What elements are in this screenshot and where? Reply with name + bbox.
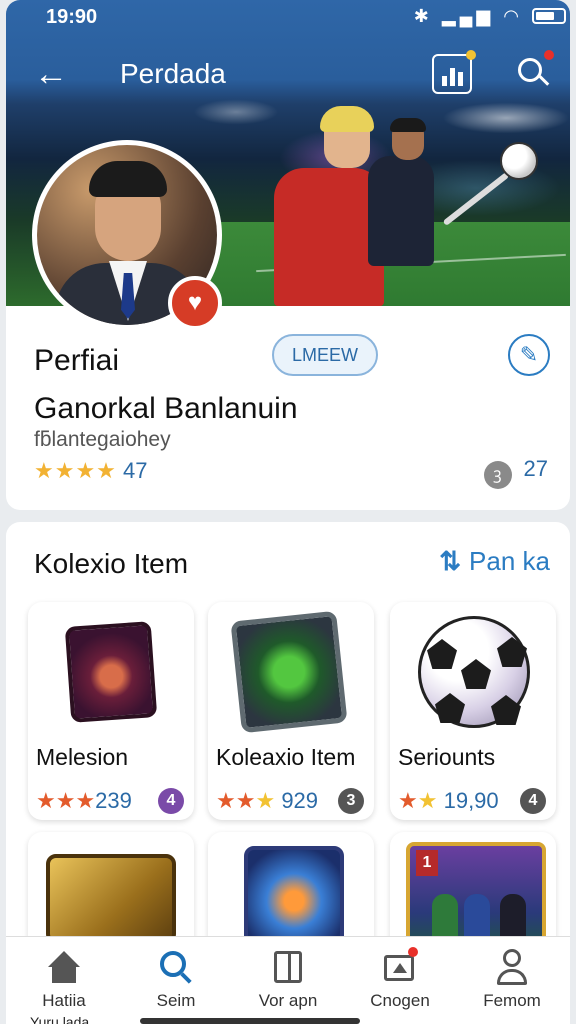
ball-patch [497,637,527,667]
cut-off-text: Yuru lada [30,1014,90,1024]
ball-patch [427,639,457,669]
back-button[interactable]: ← [34,54,68,94]
item-rating: ★★ 19,90 [398,788,499,814]
search-icon [158,949,194,985]
page-title: Perdada [120,58,226,89]
green-card-image [230,610,348,734]
nav-label: Hatiia [42,991,86,1010]
signal-wifi-icons: ✱ ▂▄▆ ◠ [413,6,523,26]
profile-label: Perfiai [34,344,120,377]
ball-patch [461,659,491,689]
profile-name: Ganorkal Banlanuin [34,392,298,425]
notification-dot [466,50,476,60]
profile-rating: ★★★★ 47 [34,458,148,484]
nav-messages[interactable]: Cnogen [350,947,450,1019]
edit-pencil-icon: ✎ [519,342,539,367]
message-icon [382,947,418,985]
rating-stars: ★★★★ [34,458,117,483]
favorite-heart-button[interactable]: ♥ [168,276,222,330]
nav-label: Seim [156,991,196,1010]
item-stars: ★★★ [36,788,96,813]
nav-home[interactable]: Hatiia [14,949,114,1019]
item-value: 929 [281,788,319,813]
notification-dot [408,947,418,957]
nav-catalog[interactable]: Vor apn [238,949,338,1019]
home-body [52,965,76,983]
item-stars: ★★ [216,788,256,813]
stats-chart-button[interactable] [432,50,476,94]
avatar-hair [89,161,167,197]
chart-bar [450,68,455,86]
collection-item-card[interactable]: Melesion ★★★239 4 [28,602,194,820]
person-icon [494,949,530,985]
battery-icon [532,8,566,24]
heart-icon: ♥ [187,289,203,316]
person-body [497,969,527,985]
soccer-ball-image [418,616,530,728]
profile-count: ꝫ 27 [483,456,548,489]
book-icon [270,949,306,985]
collection-section: Kolexio Item ⇅ Pan ka Melesion ★★★239 4 K… [6,522,570,1024]
ball-patch [491,695,521,725]
nav-search[interactable]: Seim [126,949,226,1019]
home-icon [46,949,82,985]
hero-soccer-ball [500,142,538,180]
chart-bar [458,72,463,86]
collection-item-card[interactable]: Seriounts ★★ 19,90 4 [390,602,556,820]
sort-icon: ⇅ [439,546,462,576]
item-value: 239 [95,788,132,813]
profile-tag-chip[interactable]: LMEEW [272,334,378,376]
search-button[interactable] [514,50,554,94]
item-name: Koleaxio Item [216,744,356,770]
profile-card: Perfiai LMEEW ✎ Ganorkal Banlanuin fƃlan… [6,306,570,510]
item-badge: 4 [158,788,184,814]
golden-chest-image [46,854,176,944]
status-bar: 19:90 ✱ ▂▄▆ ◠ [46,4,566,28]
see-all-label: Pan ka [469,546,550,576]
player-red-hair [320,106,374,132]
item-badge: 3 [338,788,364,814]
item-name: Melesion [36,744,129,770]
edit-profile-button[interactable]: ✎ [508,334,550,376]
location-pin-icon: ꝫ [483,461,512,489]
section-title: Kolexio Item [34,548,189,579]
player-dark-hair [390,118,426,132]
nav-profile[interactable]: Femom [462,949,562,1019]
nav-label: Vor apn [258,991,318,1010]
message-shape [384,955,414,981]
team-card-number: 1 [416,850,438,876]
top-app-bar: ← Perdada [6,46,570,102]
search-handle [180,972,192,984]
item-badge: 4 [520,788,546,814]
status-time: 19:90 [46,6,98,28]
book-shape [274,951,302,983]
chart-bar [442,76,447,86]
notification-dot [544,50,554,60]
item-rating: ★★★ 929 [216,788,318,814]
search-icon-handle [538,75,550,86]
player-dark-jersey [368,156,434,266]
item-stars: ★ [398,788,418,813]
ball-patch [435,693,465,723]
status-icons: ✱ ▂▄▆ ◠ [414,6,566,27]
rating-value: 47 [123,458,148,483]
item-stars-half: ★ [417,788,438,813]
profile-handle: fƃlantegaiohey [34,428,171,451]
item-name: Seriounts [398,744,496,770]
search-icon [518,58,542,82]
person-head [503,949,521,967]
item-stars-half: ★ [255,788,276,813]
collection-item-card[interactable]: Koleaxio Item ★★★ 929 3 [208,602,374,820]
see-all-link[interactable]: ⇅ Pan ka [439,546,550,577]
nav-label: Cnogen [370,991,430,1010]
mystery-box-image [64,621,158,723]
bottom-navigation: Hatiia Seim Vor apn Cnogen Femom [6,936,570,1024]
nav-label: Femom [483,991,541,1010]
home-indicator[interactable] [140,1018,360,1024]
item-value: 19,90 [443,788,499,813]
count-value: 27 [523,456,548,481]
item-rating: ★★★239 [36,788,132,814]
